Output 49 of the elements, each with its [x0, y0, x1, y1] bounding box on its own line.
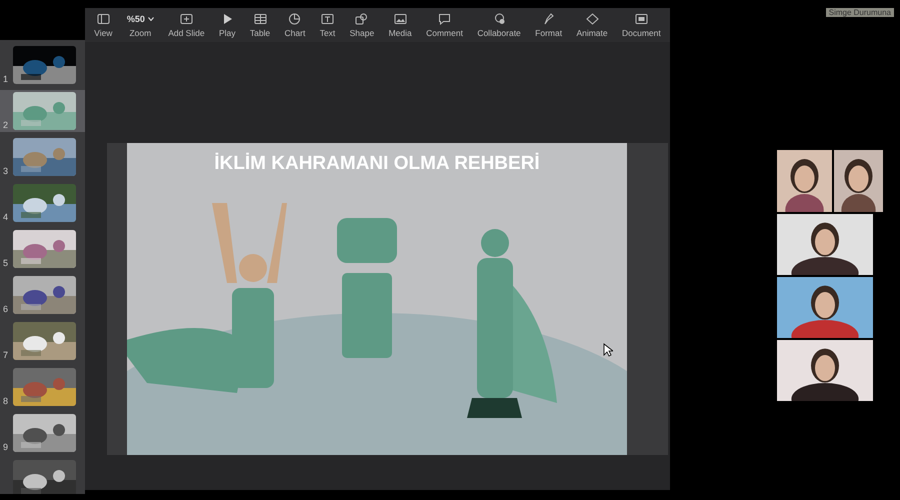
- slide-row[interactable]: 6: [0, 274, 85, 316]
- slide-number: 4: [3, 212, 10, 222]
- toolbar-button[interactable]: Comment: [424, 12, 465, 38]
- pie-chart-icon: [288, 12, 302, 24]
- slide-row[interactable]: 1: [0, 44, 85, 86]
- table-icon: [254, 12, 266, 24]
- slide-number: 2: [3, 120, 10, 130]
- toolbar-button[interactable]: Format: [533, 12, 564, 38]
- toolbar-button[interactable]: Animate: [574, 12, 610, 38]
- slide-number: 3: [3, 166, 10, 176]
- slide-row[interactable]: 7: [0, 320, 85, 362]
- toolbar-button[interactable]: Play: [216, 12, 238, 38]
- slide-number: 7: [3, 350, 10, 360]
- toolbar-button[interactable]: Chart: [282, 12, 308, 38]
- toolbar-button[interactable]: Shape: [348, 12, 376, 38]
- zoom-value: %50: [126, 12, 154, 24]
- slide-number: 6: [3, 304, 10, 314]
- text-box-icon: [320, 12, 334, 24]
- caret-icon: [148, 16, 154, 20]
- people-icon: [492, 12, 506, 24]
- toolbar-button[interactable]: Add Slide: [166, 12, 207, 38]
- add-slide-icon: [180, 12, 193, 24]
- toolbar-button[interactable]: Text: [318, 12, 338, 38]
- minimize-button[interactable]: Simge Durumuna: [826, 8, 894, 17]
- paintbrush-icon: [542, 12, 556, 24]
- slide-number: 5: [3, 258, 10, 268]
- toolbar-button[interactable]: Media: [386, 12, 414, 38]
- mouse-pointer-icon: [603, 343, 613, 357]
- toolbar-button[interactable]: Table: [248, 12, 272, 38]
- document-icon: [634, 12, 648, 24]
- slide-number: 1: [3, 74, 10, 84]
- image-icon: [394, 12, 407, 24]
- toolbar-button[interactable]: %50 Zoom: [124, 12, 156, 38]
- slide-number: 8: [3, 396, 10, 406]
- selected-slide-row[interactable]: 2: [0, 90, 85, 132]
- toolbar-button[interactable]: Document: [620, 12, 663, 38]
- slide-row[interactable]: 3: [0, 136, 85, 178]
- slide-number: 9: [3, 442, 10, 452]
- slide-row[interactable]: 5: [0, 228, 85, 270]
- sidebar-icon: [96, 12, 110, 24]
- slide-row[interactable]: 4: [0, 182, 85, 224]
- toolbar-button[interactable]: Collaborate: [475, 12, 523, 38]
- slide-row[interactable]: 8: [0, 366, 85, 408]
- slide-row[interactable]: 9: [0, 412, 85, 454]
- toolbar-button[interactable]: View: [92, 12, 114, 38]
- shapes-icon: [355, 12, 368, 24]
- speech-bubble-icon: [438, 12, 452, 24]
- diamond-icon: [586, 12, 599, 24]
- slide-title: İKLİM KAHRAMANI OLMA REHBERİ: [213, 153, 541, 175]
